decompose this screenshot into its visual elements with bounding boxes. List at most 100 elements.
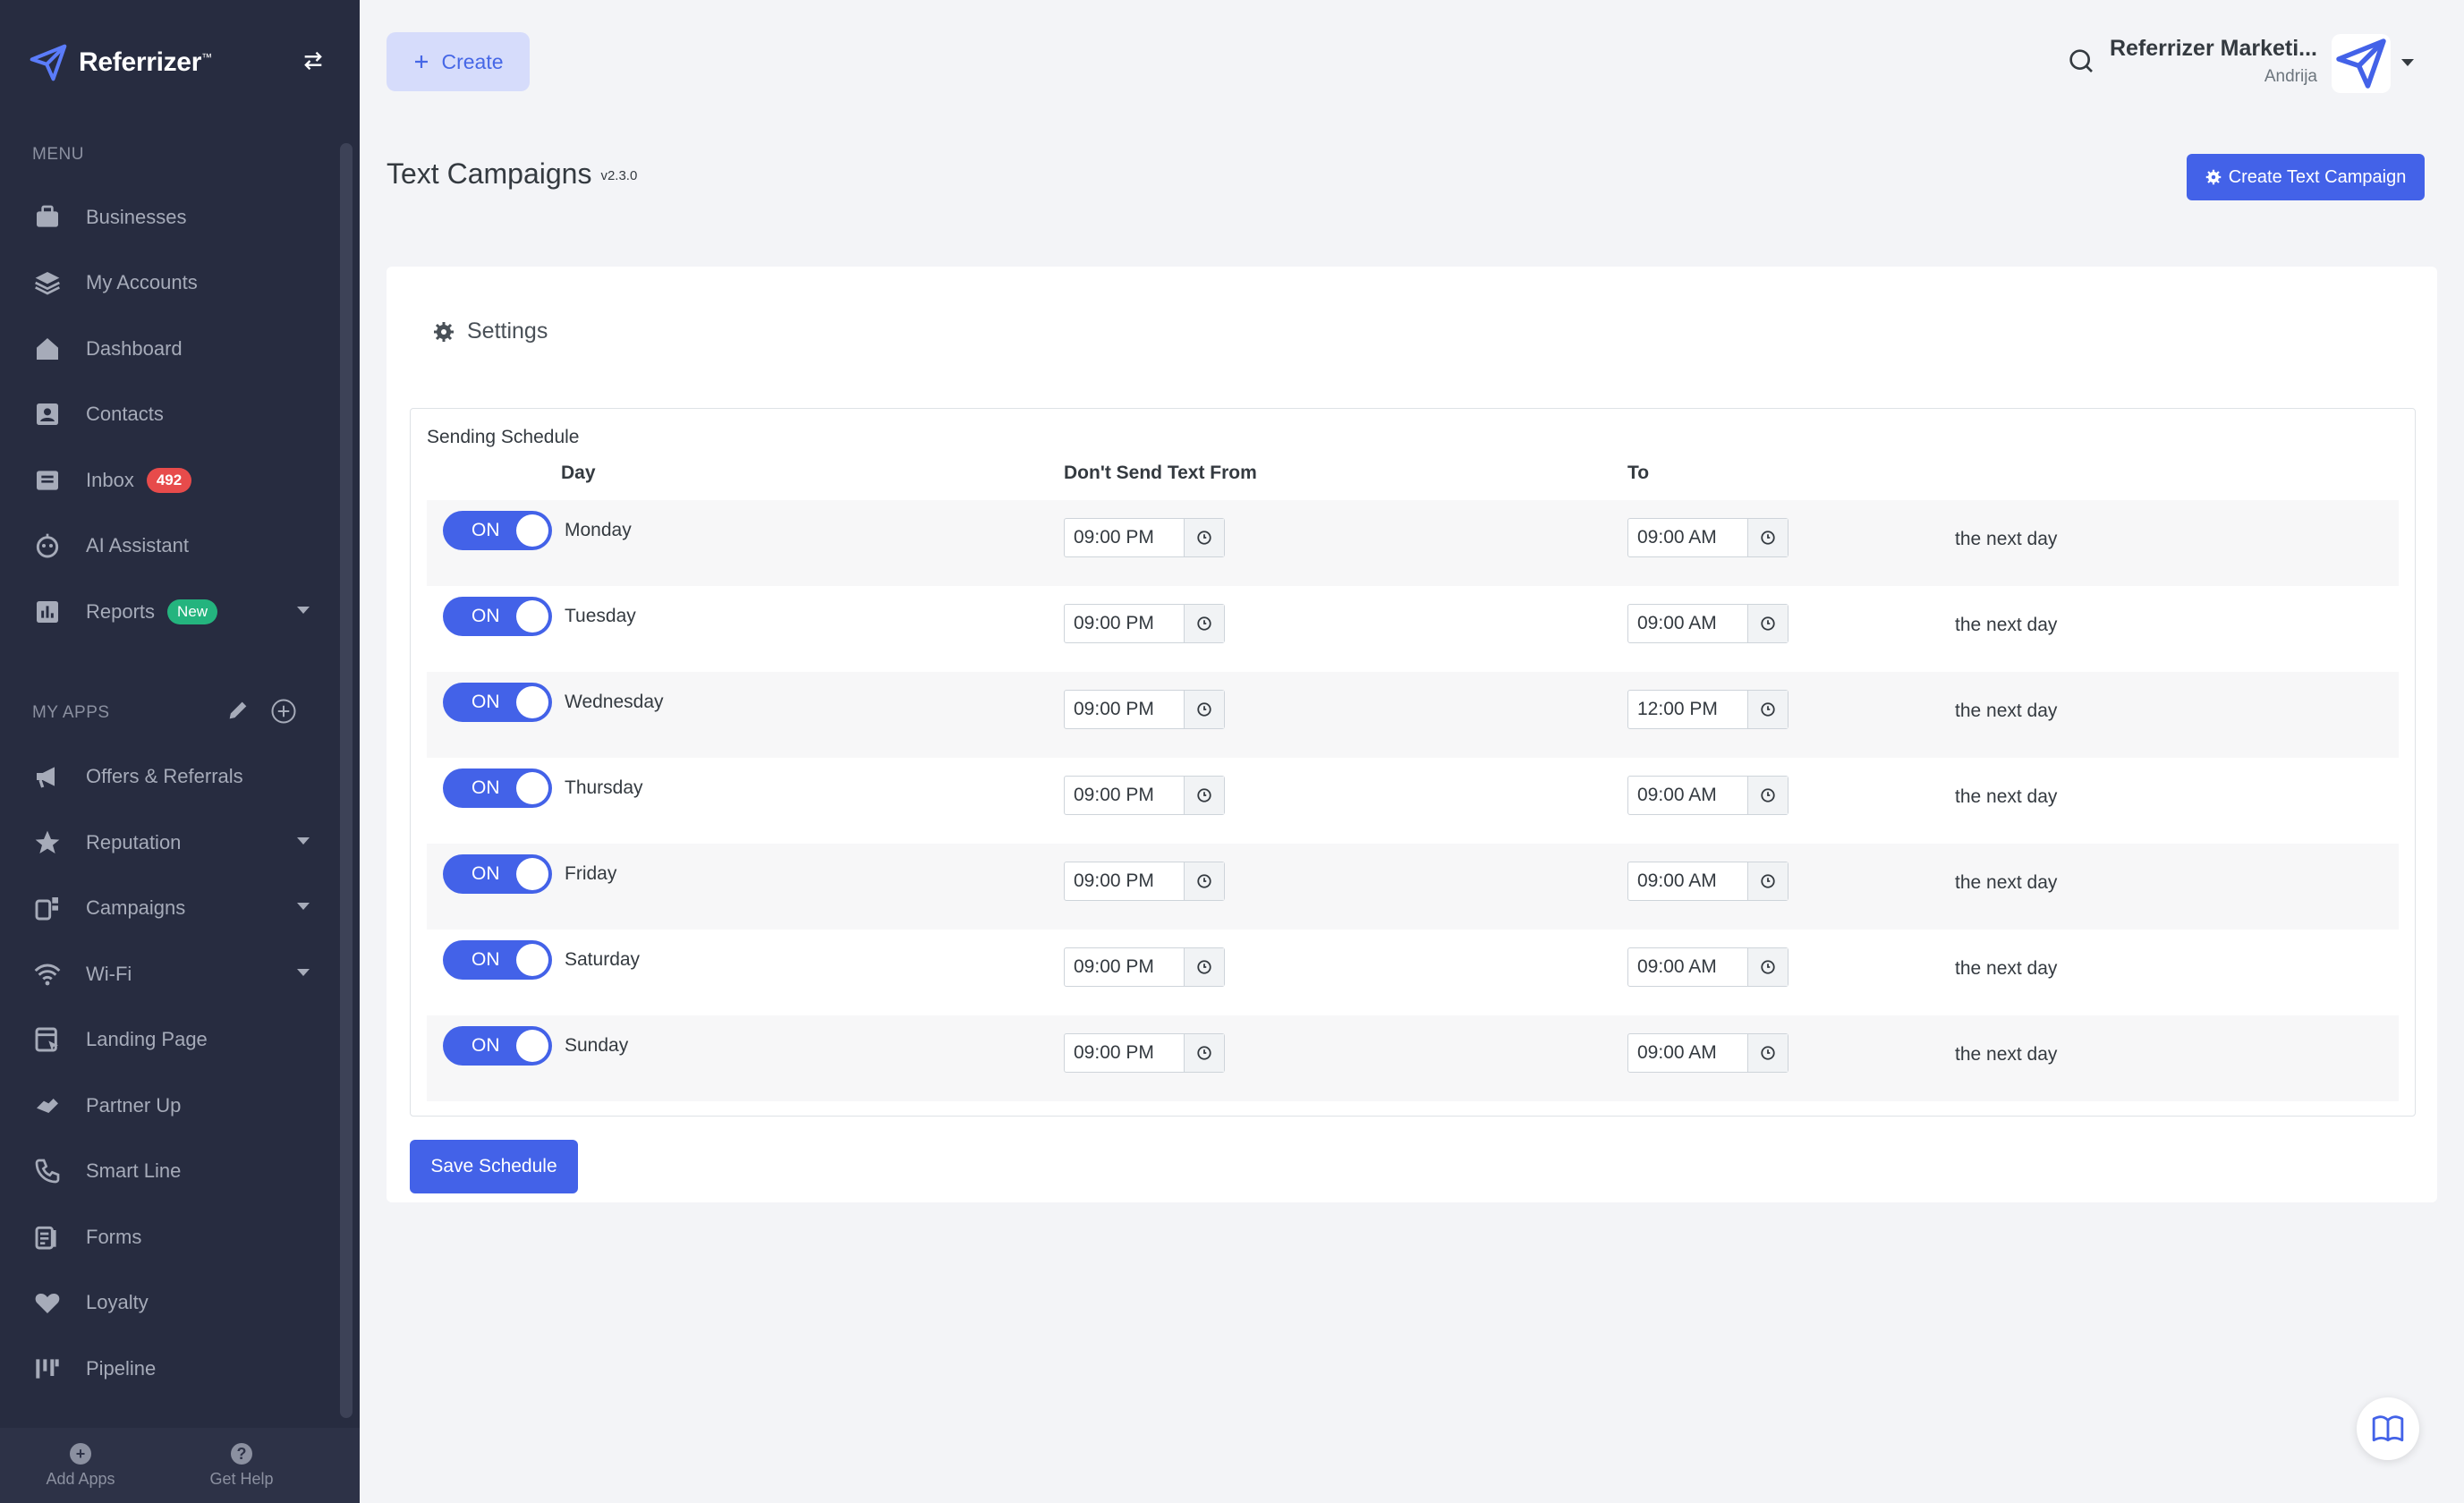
sidebar-item-offers-referrals[interactable]: Offers & Referrals xyxy=(32,757,310,796)
from-time-field[interactable]: 09:00 PM xyxy=(1064,1033,1225,1073)
knowledge-base-button[interactable] xyxy=(2357,1397,2419,1460)
to-time-field[interactable]: 09:00 AM xyxy=(1627,947,1789,987)
from-time-field[interactable]: 09:00 PM xyxy=(1064,947,1225,987)
brand-logo[interactable]: Referrizer™ xyxy=(29,43,212,82)
to-time-value[interactable]: 12:00 PM xyxy=(1628,691,1748,728)
gear-icon xyxy=(2205,169,2221,185)
clock-icon[interactable] xyxy=(1748,605,1788,642)
sidebar-item-wi-fi[interactable]: Wi-Fi xyxy=(32,955,310,994)
day-toggle[interactable]: ON xyxy=(443,511,552,550)
sidebar-item-pipeline[interactable]: Pipeline xyxy=(32,1349,310,1388)
from-time-value[interactable]: 09:00 PM xyxy=(1065,519,1185,556)
sidebar-item-businesses[interactable]: Businesses xyxy=(32,198,310,237)
clock-icon[interactable] xyxy=(1185,862,1224,900)
from-time-field[interactable]: 09:00 PM xyxy=(1064,776,1225,815)
day-toggle[interactable]: ON xyxy=(443,1026,552,1066)
sidebar-item-inbox[interactable]: Inbox 492 xyxy=(32,461,310,500)
from-time-value[interactable]: 09:00 PM xyxy=(1065,862,1185,900)
swap-icon[interactable] xyxy=(301,48,326,73)
chevron-down-icon[interactable] xyxy=(297,607,310,614)
from-time-value[interactable]: 09:00 PM xyxy=(1065,1034,1185,1072)
sidebar-item-campaigns[interactable]: Campaigns xyxy=(32,888,310,928)
add-apps-button[interactable]: + Add Apps xyxy=(0,1428,161,1503)
column-header-from: Don't Send Text From xyxy=(1064,463,1257,483)
to-time-value[interactable]: 09:00 AM xyxy=(1628,777,1748,814)
sidebar-item-contacts[interactable]: Contacts xyxy=(32,395,310,434)
sidebar-item-label: Pipeline xyxy=(86,1357,157,1380)
from-time-value[interactable]: 09:00 PM xyxy=(1065,691,1185,728)
day-toggle[interactable]: ON xyxy=(443,854,552,894)
to-time-value[interactable]: 09:00 AM xyxy=(1628,948,1748,986)
sidebar-item-ai-assistant[interactable]: AI Assistant xyxy=(32,526,310,565)
day-toggle[interactable]: ON xyxy=(443,683,552,722)
to-time-value[interactable]: 09:00 AM xyxy=(1628,519,1748,556)
to-time-value[interactable]: 09:00 AM xyxy=(1628,605,1748,642)
toggle-label: ON xyxy=(472,692,500,712)
to-time-field[interactable]: 09:00 AM xyxy=(1627,518,1789,557)
to-time-field[interactable]: 09:00 AM xyxy=(1627,776,1789,815)
search-icon[interactable] xyxy=(2067,47,2095,75)
day-toggle[interactable]: ON xyxy=(443,597,552,636)
save-schedule-button[interactable]: Save Schedule xyxy=(410,1140,578,1193)
from-time-field[interactable]: 09:00 PM xyxy=(1064,518,1225,557)
account-dropdown-caret-icon[interactable] xyxy=(2401,59,2414,66)
sidebar-item-forms[interactable]: Forms xyxy=(32,1218,310,1257)
to-time-value[interactable]: 09:00 AM xyxy=(1628,1034,1748,1072)
campaigns-icon xyxy=(32,893,63,923)
from-time-value[interactable]: 09:00 PM xyxy=(1065,605,1185,642)
toggle-knob xyxy=(516,1030,548,1062)
next-day-label: the next day xyxy=(1955,1044,2058,1065)
clock-icon[interactable] xyxy=(1185,1034,1224,1072)
to-time-field[interactable]: 09:00 AM xyxy=(1627,1033,1789,1073)
day-toggle[interactable]: ON xyxy=(443,940,552,980)
create-text-campaign-button[interactable]: Create Text Campaign xyxy=(2187,154,2425,200)
from-time-field[interactable]: 09:00 PM xyxy=(1064,690,1225,729)
clock-icon[interactable] xyxy=(1748,691,1788,728)
toggle-label: ON xyxy=(472,949,500,970)
settings-card: Settings Sending Schedule Day Don't Send… xyxy=(387,267,2437,1202)
to-time-field[interactable]: 09:00 AM xyxy=(1627,604,1789,643)
chevron-down-icon[interactable] xyxy=(297,969,310,976)
chevron-down-icon[interactable] xyxy=(297,837,310,845)
schedule-row: ON Wednesday 09:00 PM 12:00 PM the next day xyxy=(427,672,2399,758)
day-name: Tuesday xyxy=(565,606,636,626)
from-time-field[interactable]: 09:00 PM xyxy=(1064,862,1225,901)
schedule-row: ON Friday 09:00 PM 09:00 AM the next day xyxy=(427,844,2399,930)
get-help-button[interactable]: ? Get Help xyxy=(161,1428,322,1503)
clock-icon[interactable] xyxy=(1748,1034,1788,1072)
to-time-value[interactable]: 09:00 AM xyxy=(1628,862,1748,900)
sidebar-item-my-accounts[interactable]: My Accounts xyxy=(32,263,310,302)
clock-icon[interactable] xyxy=(1748,519,1788,556)
sidebar-item-reputation[interactable]: Reputation xyxy=(32,823,310,862)
home-icon xyxy=(32,334,63,364)
sidebar-item-reports[interactable]: Reports New xyxy=(32,592,310,632)
account-info[interactable]: Referrizer Marketi... Andrija xyxy=(2110,36,2317,87)
sidebar-item-dashboard[interactable]: Dashboard xyxy=(32,329,310,369)
sidebar-item-loyalty[interactable]: Loyalty xyxy=(32,1283,310,1322)
sidebar-item-partner-up[interactable]: Partner Up xyxy=(32,1086,310,1125)
clock-icon[interactable] xyxy=(1748,777,1788,814)
to-time-field[interactable]: 09:00 AM xyxy=(1627,862,1789,901)
clock-icon[interactable] xyxy=(1748,948,1788,986)
avatar[interactable] xyxy=(2332,34,2391,93)
sidebar-scrollbar[interactable] xyxy=(340,143,353,1418)
to-time-field[interactable]: 12:00 PM xyxy=(1627,690,1789,729)
clock-icon[interactable] xyxy=(1185,605,1224,642)
day-toggle[interactable]: ON xyxy=(443,768,552,808)
clock-icon[interactable] xyxy=(1185,777,1224,814)
from-time-value[interactable]: 09:00 PM xyxy=(1065,777,1185,814)
from-time-value[interactable]: 09:00 PM xyxy=(1065,948,1185,986)
sidebar-item-label: Businesses xyxy=(86,206,187,228)
clock-icon[interactable] xyxy=(1185,519,1224,556)
chevron-down-icon[interactable] xyxy=(297,903,310,910)
pencil-icon[interactable] xyxy=(225,698,251,723)
create-button[interactable]: Create xyxy=(387,32,530,91)
from-time-field[interactable]: 09:00 PM xyxy=(1064,604,1225,643)
help-circle-icon: ? xyxy=(231,1442,252,1465)
clock-icon[interactable] xyxy=(1185,691,1224,728)
clock-icon[interactable] xyxy=(1185,948,1224,986)
sidebar-item-landing-page[interactable]: Landing Page xyxy=(32,1020,310,1059)
add-circle-icon[interactable] xyxy=(270,698,297,725)
sidebar-item-smart-line[interactable]: Smart Line xyxy=(32,1151,310,1191)
clock-icon[interactable] xyxy=(1748,862,1788,900)
